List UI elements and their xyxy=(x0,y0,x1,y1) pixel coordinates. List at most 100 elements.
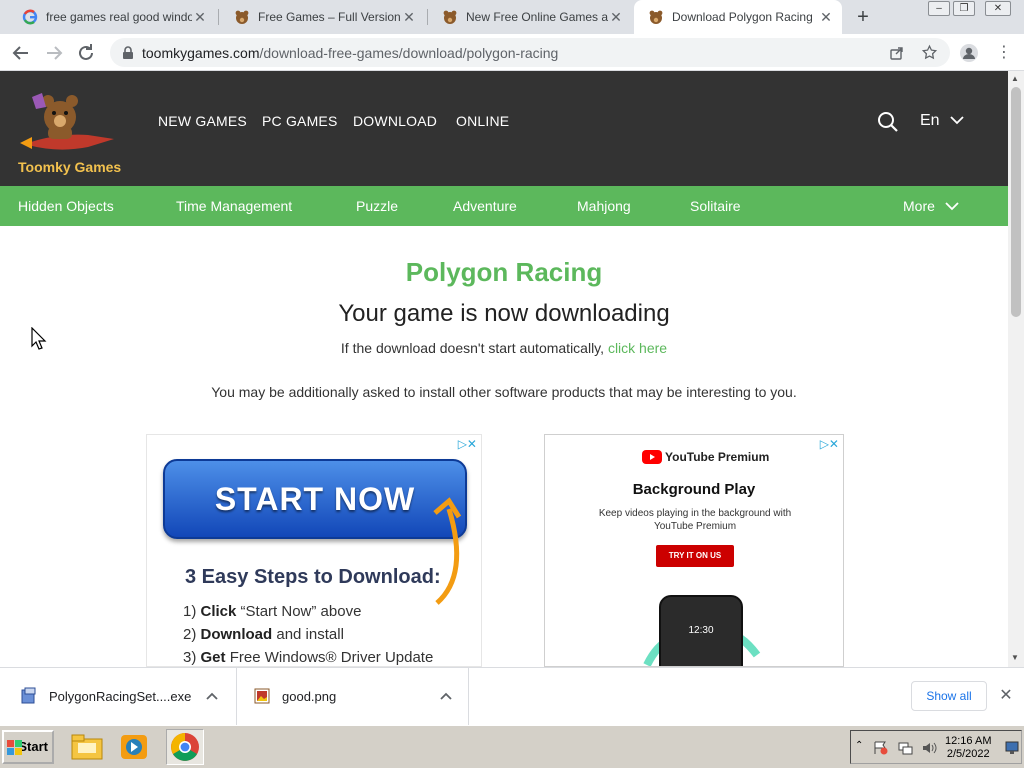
ad-choices-icon[interactable]: ▷✕ xyxy=(458,437,477,451)
action-center-flag-icon[interactable] xyxy=(873,740,889,756)
tab-google-search[interactable]: free games real good windows ✕ xyxy=(8,0,216,34)
close-icon[interactable]: ✕ xyxy=(608,9,624,25)
reload-button[interactable] xyxy=(74,41,98,65)
close-icon[interactable]: ✕ xyxy=(997,687,1015,705)
windows-taskbar: Start ⌃ 12:16 AM 2/5/2022 xyxy=(0,725,1024,768)
step-verb: Download xyxy=(200,626,273,643)
browser-toolbar: toomkygames.com/download-free-games/down… xyxy=(0,34,1024,71)
toomky-bear-icon xyxy=(235,10,249,24)
url-path: /download-free-games/download/polygon-ra… xyxy=(259,45,559,61)
ad-headline: Background Play xyxy=(632,481,756,498)
scroll-thumb[interactable] xyxy=(1011,87,1021,317)
phone-image: 12:30 xyxy=(659,595,743,666)
google-icon xyxy=(22,9,38,25)
scroll-down-icon[interactable]: ▼ xyxy=(1011,653,1019,662)
category-hidden-objects[interactable]: Hidden Objects xyxy=(18,198,114,214)
chevron-up-icon[interactable] xyxy=(206,691,218,701)
file-explorer-icon[interactable] xyxy=(68,729,106,765)
language-selector[interactable]: En xyxy=(920,112,964,130)
bookmark-star-icon[interactable] xyxy=(921,44,938,61)
scroll-up-icon[interactable]: ▲ xyxy=(1011,74,1019,83)
logo-text[interactable]: Toomky Games xyxy=(18,159,121,175)
step-item: 1) Click “Start Now” above xyxy=(183,603,361,620)
tab-title: free games real good windows xyxy=(46,10,192,24)
volume-icon[interactable] xyxy=(921,740,937,756)
close-icon[interactable]: ✕ xyxy=(401,9,417,25)
new-tab-button[interactable]: + xyxy=(852,6,874,28)
tab-divider xyxy=(218,9,219,25)
toomky-bear-icon xyxy=(443,10,457,24)
step-item: 2) Download and install xyxy=(183,626,344,643)
close-icon[interactable]: ✕ xyxy=(192,9,208,25)
system-clock[interactable]: 12:16 AM 2/5/2022 xyxy=(945,735,991,761)
nav-download[interactable]: DOWNLOAD xyxy=(353,113,437,129)
chevron-up-icon[interactable] xyxy=(440,691,452,701)
close-window-button[interactable]: ✕ xyxy=(985,1,1011,16)
arrow-left-icon xyxy=(12,46,28,60)
category-puzzle[interactable]: Puzzle xyxy=(356,198,398,214)
tab-title: New Free Online Games at xyxy=(466,10,608,24)
network-icon[interactable] xyxy=(897,740,913,756)
category-adventure[interactable]: Adventure xyxy=(453,198,517,214)
start-button[interactable]: Start xyxy=(2,730,54,764)
category-bar: Hidden Objects Time Management Puzzle Ad… xyxy=(0,186,1008,226)
nav-new-games[interactable]: NEW GAMES xyxy=(158,113,247,129)
download-filename: good.png xyxy=(282,689,337,704)
language-label: En xyxy=(920,112,940,129)
restore-window-button[interactable]: ❐ xyxy=(953,1,975,16)
search-icon[interactable] xyxy=(877,111,899,133)
clock-time: 12:16 AM xyxy=(945,735,992,747)
ad-youtube-premium[interactable]: ▷✕ YouTube Premium Background Play Keep … xyxy=(544,434,844,667)
address-bar[interactable]: toomkygames.com/download-free-games/down… xyxy=(110,38,950,67)
minimize-window-button[interactable]: – xyxy=(928,1,950,16)
step-text: “Start Now” above xyxy=(236,603,362,620)
step-verb: Get xyxy=(200,649,226,666)
category-time-management[interactable]: Time Management xyxy=(176,198,292,214)
close-icon[interactable]: ✕ xyxy=(818,9,834,25)
toomky-logo-icon[interactable] xyxy=(18,83,118,157)
back-button[interactable] xyxy=(9,41,33,65)
url-domain: toomkygames.com xyxy=(142,45,260,61)
tab-download-polygon-racing[interactable]: Download Polygon Racing ✕ xyxy=(634,0,842,34)
step-number: 3) xyxy=(183,649,197,666)
chevron-down-icon xyxy=(945,202,959,211)
toomky-bear-icon xyxy=(649,10,663,24)
download-filename: PolygonRacingSet....exe xyxy=(49,689,192,704)
arrow-right-icon xyxy=(47,46,63,60)
nav-pc-games[interactable]: PC GAMES xyxy=(262,113,338,129)
share-icon[interactable] xyxy=(889,45,905,61)
start-now-button[interactable]: START NOW xyxy=(163,459,467,539)
download-hint: If the download doesn't start automatica… xyxy=(0,340,1008,356)
download-item-good-png[interactable]: good.png xyxy=(237,668,469,726)
nav-online[interactable]: ONLINE xyxy=(456,113,509,129)
start-now-label: START NOW xyxy=(214,481,416,517)
step-verb: Click xyxy=(200,603,237,620)
browser-menu-button[interactable]: ⋮ xyxy=(996,43,1012,63)
ad-start-now[interactable]: ▷✕ START NOW 3 Easy Steps to Download: 1… xyxy=(146,434,482,667)
try-it-button[interactable]: TRY IT ON US xyxy=(656,545,734,567)
lock-icon[interactable] xyxy=(122,46,134,60)
tab-free-games[interactable]: Free Games – Full Version PC ✕ xyxy=(220,0,425,34)
install-notice: You may be additionally asked to install… xyxy=(211,384,797,400)
ad-choices-icon[interactable]: ▷✕ xyxy=(820,437,839,451)
download-item-setup-exe[interactable]: PolygonRacingSet....exe xyxy=(0,668,237,726)
media-player-icon[interactable] xyxy=(115,729,153,765)
profile-avatar-icon[interactable] xyxy=(959,43,979,63)
step-item: 3) Get Free Windows® Driver Update xyxy=(183,649,433,666)
tab-new-online-games[interactable]: New Free Online Games at ✕ xyxy=(428,0,632,34)
click-here-link[interactable]: click here xyxy=(608,340,667,356)
phone-time: 12:30 xyxy=(688,625,714,636)
desktop-monitor-icon[interactable] xyxy=(1005,741,1019,755)
show-hidden-icons-icon[interactable]: ⌃ xyxy=(855,740,863,751)
show-all-downloads-button[interactable]: Show all xyxy=(911,681,987,711)
chrome-taskbar-button[interactable] xyxy=(166,729,204,765)
category-more[interactable]: More xyxy=(903,198,959,214)
category-mahjong[interactable]: Mahjong xyxy=(577,198,631,214)
step-text: Free Windows® Driver Update xyxy=(225,649,434,666)
page-scrollbar[interactable]: ▲ ▼ xyxy=(1008,71,1024,667)
image-file-icon xyxy=(254,688,270,704)
forward-button[interactable] xyxy=(42,41,66,65)
step-text: and install xyxy=(272,626,344,643)
category-solitaire[interactable]: Solitaire xyxy=(690,198,741,214)
step-number: 2) xyxy=(183,626,197,643)
